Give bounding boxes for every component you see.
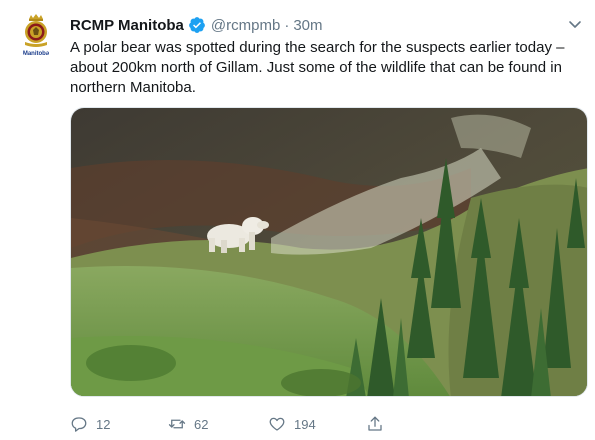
tweet-text: A polar bear was spotted during the sear…: [70, 39, 565, 96]
reply-count: 12: [96, 416, 111, 432]
tweet-timestamp[interactable]: 30m: [293, 17, 322, 34]
reply-button[interactable]: 12: [70, 412, 110, 436]
heart-icon: [269, 417, 285, 431]
tweet-photo[interactable]: [70, 107, 588, 397]
avatar[interactable]: Manitoba: [12, 10, 60, 58]
like-button[interactable]: 194: [268, 412, 316, 436]
retweet-count: 62: [194, 416, 209, 432]
separator-dot: ·: [284, 16, 290, 34]
retweet-button[interactable]: 62: [168, 412, 208, 436]
author-name[interactable]: RCMP Manitoba: [70, 17, 184, 34]
avatar-caption: Manitoba: [23, 51, 50, 57]
retweet-icon: [168, 419, 186, 429]
chevron-down-icon[interactable]: [567, 16, 583, 32]
share-button[interactable]: [366, 412, 392, 436]
author-handle[interactable]: @rcmpmb: [211, 17, 280, 34]
polar-bear-photo: [71, 108, 587, 396]
share-icon: [368, 416, 382, 431]
tweet-actions: 12 62 194: [70, 412, 588, 436]
like-count: 194: [294, 416, 316, 432]
verified-badge-icon: [188, 16, 206, 34]
reply-icon: [71, 417, 87, 432]
rcmp-crest-icon: Manitoba: [12, 10, 60, 58]
tweet-header: RCMP Manitoba @rcmpmb · 30m: [70, 15, 323, 35]
